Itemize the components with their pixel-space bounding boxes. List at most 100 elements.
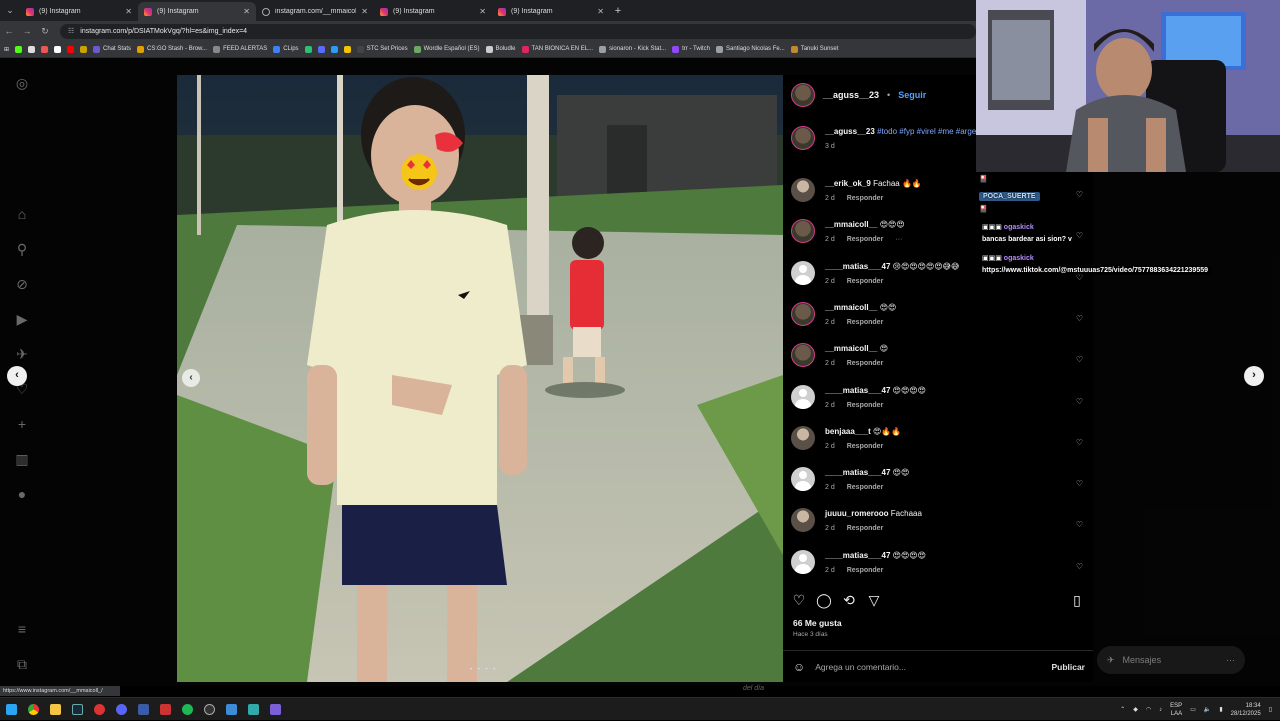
notification-icon[interactable]: ▭: [1190, 706, 1196, 713]
commenter-avatar[interactable]: [791, 301, 815, 326]
bookmark-icon[interactable]: [80, 45, 88, 53]
bookmark-item[interactable]: Chat Stats: [93, 45, 131, 53]
close-tab-icon[interactable]: ✕: [479, 7, 486, 16]
comment-username[interactable]: ____matias___47: [825, 262, 890, 271]
share-icon[interactable]: ▽: [866, 592, 882, 609]
chrome-icon[interactable]: [22, 699, 44, 719]
commenter-avatar[interactable]: [791, 178, 815, 202]
commenter-avatar[interactable]: [791, 549, 815, 574]
chevron-up-icon[interactable]: ⌃: [1120, 706, 1125, 713]
bookmark-icon[interactable]: [67, 45, 75, 53]
reply-button[interactable]: Responder: [847, 276, 884, 287]
comment-username[interactable]: __mmaicoll__: [825, 344, 877, 353]
caption-username[interactable]: __aguss__23: [825, 127, 875, 136]
site-info-icon[interactable]: ☷: [68, 27, 74, 35]
comment-input[interactable]: Agrega un comentario...: [815, 662, 1041, 672]
bookmark-item[interactable]: TAN BIONICA EN EL...: [521, 45, 593, 53]
reply-button[interactable]: Responder: [847, 400, 884, 411]
calendar-icon[interactable]: [154, 699, 176, 719]
bookmark-icon[interactable]: [28, 45, 36, 53]
bookmark-item[interactable]: CLips: [273, 45, 299, 53]
comment-like-icon[interactable]: ♡: [1076, 438, 1083, 447]
bookmark-item[interactable]: Santiago Nicolas Fe...: [716, 45, 785, 53]
close-tab-icon[interactable]: ✕: [125, 7, 132, 16]
comment-username[interactable]: __mmaicoll__: [825, 220, 877, 229]
game-icon[interactable]: [242, 699, 264, 719]
post-photo[interactable]: ‹ • • • •: [177, 75, 783, 682]
bookmark-icon[interactable]: [317, 45, 325, 53]
reply-button[interactable]: Responder: [847, 234, 884, 245]
commenter-avatar[interactable]: [791, 425, 815, 450]
vpn-icon[interactable]: [220, 699, 242, 719]
repost-icon[interactable]: ⟲: [841, 592, 857, 609]
clock[interactable]: 18:34 28/12/2025: [1231, 702, 1261, 718]
comment-like-icon[interactable]: ♡: [1076, 314, 1083, 323]
comment-like-icon[interactable]: ♡: [1076, 520, 1083, 529]
bookmark-item[interactable]: Tanuki Sunset: [790, 45, 838, 53]
reply-button[interactable]: Responder: [847, 441, 884, 452]
author-avatar[interactable]: [791, 126, 815, 150]
reply-button[interactable]: Responder: [847, 358, 884, 369]
browser-tab[interactable]: (9) Instagram ✕: [492, 2, 610, 21]
notifications-center-icon[interactable]: ▯: [1269, 706, 1272, 713]
comment-username[interactable]: ____matias___47: [825, 551, 890, 560]
comment-like-icon[interactable]: ♡: [1076, 479, 1083, 488]
bookmark-item[interactable]: Wordle Español (ES): [413, 45, 480, 53]
bookmark-apps-icon[interactable]: ⊞: [4, 46, 9, 53]
bookmark-icon[interactable]: [330, 45, 338, 53]
discord-icon[interactable]: [110, 699, 132, 719]
messages-pill[interactable]: ✈ Mensajes ···: [1097, 646, 1245, 674]
forward-icon[interactable]: →: [18, 26, 36, 36]
carousel-prev-button[interactable]: ‹: [182, 369, 200, 387]
previous-post-button[interactable]: ‹: [7, 366, 27, 386]
bookmark-icon[interactable]: [343, 45, 351, 53]
comment-options-icon[interactable]: ···: [895, 234, 902, 245]
url-field[interactable]: ☷ instagram.com/p/DSIATMokVgq/?hl=es&img…: [60, 23, 976, 39]
volume-icon[interactable]: ♪: [1159, 707, 1162, 713]
tab-search-icon[interactable]: ⌄: [0, 0, 20, 21]
commenter-avatar[interactable]: [791, 260, 815, 285]
commenter-avatar[interactable]: [791, 384, 815, 409]
chrome-alt-icon[interactable]: [88, 699, 110, 719]
file-explorer-icon[interactable]: [44, 699, 66, 719]
comment-username[interactable]: juuuu_romerooo: [825, 509, 889, 518]
spotify-icon[interactable]: [176, 699, 198, 719]
commenter-avatar[interactable]: [791, 508, 815, 533]
new-tab-button[interactable]: +: [610, 2, 626, 21]
steam-icon[interactable]: [66, 699, 88, 719]
battery-icon[interactable]: ▮: [1219, 706, 1222, 713]
comment-like-icon[interactable]: ♡: [1076, 562, 1083, 571]
follow-button[interactable]: Seguir: [898, 90, 926, 100]
bookmark-icon[interactable]: [54, 45, 62, 53]
comment-icon[interactable]: ◯: [816, 592, 832, 609]
comment-username[interactable]: __mmaicoll__: [825, 303, 877, 312]
reply-button[interactable]: Responder: [847, 565, 884, 576]
comment-like-icon[interactable]: ♡: [1076, 397, 1083, 406]
bookmark-icon[interactable]: [304, 45, 312, 53]
reply-button[interactable]: Responder: [847, 193, 884, 204]
save-bookmark-icon[interactable]: ▯: [1069, 592, 1085, 609]
reply-button[interactable]: Responder: [847, 482, 884, 493]
next-post-button[interactable]: ›: [1244, 366, 1264, 386]
app-tray-icon[interactable]: ◆: [1133, 706, 1138, 713]
close-tab-icon[interactable]: ✕: [243, 7, 250, 16]
bookmark-item[interactable]: sionaron - Kick Stat...: [599, 45, 666, 53]
browser-tab[interactable]: (9) Instagram ✕: [20, 2, 138, 21]
bookmark-item[interactable]: CS:GO Stash - Brow...: [137, 45, 207, 53]
commenter-avatar[interactable]: [791, 343, 815, 368]
bookmark-item[interactable]: FEED ALERTAS: [213, 45, 267, 53]
obs-icon[interactable]: [198, 699, 220, 719]
browser-tab[interactable]: instagram.com/__mmaicoll_/ ✕: [256, 2, 374, 21]
browser-tab-active[interactable]: (9) Instagram ✕: [138, 2, 256, 21]
close-tab-icon[interactable]: ✕: [361, 7, 368, 16]
commenter-avatar[interactable]: [791, 219, 815, 244]
comment-like-icon[interactable]: ♡: [1076, 355, 1083, 364]
language-indicator[interactable]: ESP LAA: [1170, 702, 1182, 718]
comment-username[interactable]: ____matias___47: [825, 468, 890, 477]
speaker-icon[interactable]: 🔈: [1204, 706, 1211, 713]
back-icon[interactable]: ←: [0, 26, 18, 36]
browser-tab[interactable]: (9) Instagram ✕: [374, 2, 492, 21]
comment-username[interactable]: ____matias___47: [825, 386, 890, 395]
bookmark-icon[interactable]: [15, 45, 23, 53]
reload-icon[interactable]: ↻: [36, 26, 54, 37]
